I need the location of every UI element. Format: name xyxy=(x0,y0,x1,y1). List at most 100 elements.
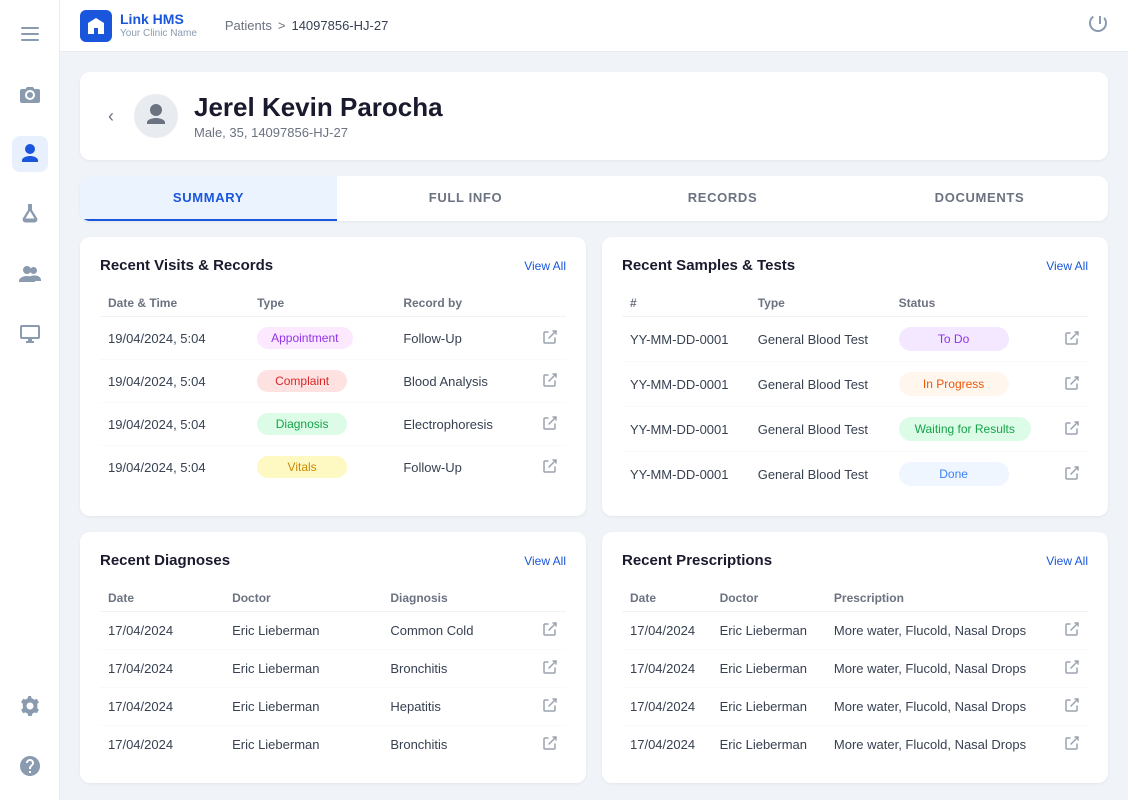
col-ddiag: Diagnosis xyxy=(382,585,534,612)
col-ddoctor: Doctor xyxy=(224,585,382,612)
diag-open-btn[interactable] xyxy=(534,612,566,650)
sample-id: YY-MM-DD-0001 xyxy=(622,407,750,452)
visit-open-btn[interactable] xyxy=(534,446,566,489)
table-row: 17/04/2024 Eric Lieberman More water, Fl… xyxy=(622,612,1088,650)
table-row: 17/04/2024 Eric Lieberman More water, Fl… xyxy=(622,650,1088,688)
patient-header: ‹ Jerel Kevin Parocha Male, 35, 14097856… xyxy=(80,72,1108,160)
sample-id: YY-MM-DD-0001 xyxy=(622,452,750,497)
diag-open-btn[interactable] xyxy=(534,688,566,726)
topnav-right xyxy=(1088,13,1108,38)
recent-prescriptions-table: Date Doctor Prescription 17/04/2024 Eric… xyxy=(622,585,1088,763)
table-row: YY-MM-DD-0001 General Blood Test Waiting… xyxy=(622,407,1088,452)
presc-prescription: More water, Flucold, Nasal Drops xyxy=(826,612,1056,650)
breadcrumb-sep: > xyxy=(278,18,286,33)
table-row: 17/04/2024 Eric Lieberman Common Cold xyxy=(100,612,566,650)
monitor-icon[interactable] xyxy=(12,316,48,352)
diag-open-btn[interactable] xyxy=(534,650,566,688)
recent-visits-table: Date & Time Type Record by 19/04/2024, 5… xyxy=(100,290,566,488)
visit-date: 19/04/2024, 5:04 xyxy=(100,360,249,403)
patient-info: Jerel Kevin Parocha Male, 35, 14097856-H… xyxy=(194,92,443,140)
visit-record-by: Blood Analysis xyxy=(395,360,534,403)
diag-doctor: Eric Lieberman xyxy=(224,612,382,650)
diag-date: 17/04/2024 xyxy=(100,612,224,650)
tab-records[interactable]: RECORDS xyxy=(594,176,851,221)
logo: Link HMS Your Clinic Name xyxy=(80,10,197,42)
col-action xyxy=(1056,290,1088,317)
sample-id: YY-MM-DD-0001 xyxy=(622,317,750,362)
sample-type: General Blood Test xyxy=(750,407,891,452)
panel-recent-prescriptions-title: Recent Prescriptions xyxy=(622,552,772,569)
visit-date: 19/04/2024, 5:04 xyxy=(100,446,249,489)
visit-record-by: Follow-Up xyxy=(395,317,534,360)
table-row: 17/04/2024 Eric Lieberman More water, Fl… xyxy=(622,688,1088,726)
tabs-bar: SUMMARY FULL INFO RECORDS DOCUMENTS xyxy=(80,176,1108,221)
sample-type: General Blood Test xyxy=(750,317,891,362)
presc-date: 17/04/2024 xyxy=(622,650,712,688)
breadcrumb: Patients > 14097856-HJ-27 xyxy=(225,18,388,33)
visit-record-by: Follow-Up xyxy=(395,446,534,489)
logout-icon[interactable] xyxy=(1088,17,1108,37)
presc-open-btn[interactable] xyxy=(1056,612,1088,650)
sample-status: To Do xyxy=(891,317,1056,362)
settings-icon[interactable] xyxy=(12,688,48,724)
presc-date: 17/04/2024 xyxy=(622,612,712,650)
diag-open-btn[interactable] xyxy=(534,726,566,764)
diag-date: 17/04/2024 xyxy=(100,650,224,688)
presc-open-btn[interactable] xyxy=(1056,688,1088,726)
camera-icon[interactable] xyxy=(12,76,48,112)
table-row: YY-MM-DD-0001 General Blood Test To Do xyxy=(622,317,1088,362)
recent-samples-view-all[interactable]: View All xyxy=(1046,259,1088,273)
recent-diagnoses-view-all[interactable]: View All xyxy=(524,554,566,568)
sample-open-btn[interactable] xyxy=(1056,317,1088,362)
visit-open-btn[interactable] xyxy=(534,317,566,360)
visit-open-btn[interactable] xyxy=(534,403,566,446)
main-area: Link HMS Your Clinic Name Patients > 140… xyxy=(60,0,1128,800)
visit-open-btn[interactable] xyxy=(534,360,566,403)
tab-documents[interactable]: DOCUMENTS xyxy=(851,176,1108,221)
panel-recent-visits-title: Recent Visits & Records xyxy=(100,257,273,274)
flask-icon[interactable] xyxy=(12,196,48,232)
diag-date: 17/04/2024 xyxy=(100,688,224,726)
recent-visits-view-all[interactable]: View All xyxy=(524,259,566,273)
col-action xyxy=(1056,585,1088,612)
presc-open-btn[interactable] xyxy=(1056,650,1088,688)
sample-type: General Blood Test xyxy=(750,452,891,497)
diag-diagnosis: Bronchitis xyxy=(382,726,534,764)
tab-full-info[interactable]: FULL INFO xyxy=(337,176,594,221)
panel-recent-diagnoses-title: Recent Diagnoses xyxy=(100,552,230,569)
diag-date: 17/04/2024 xyxy=(100,726,224,764)
presc-open-btn[interactable] xyxy=(1056,726,1088,764)
sample-open-btn[interactable] xyxy=(1056,407,1088,452)
recent-prescriptions-view-all[interactable]: View All xyxy=(1046,554,1088,568)
group-icon[interactable] xyxy=(12,256,48,292)
table-row: 17/04/2024 Eric Lieberman Bronchitis xyxy=(100,726,566,764)
recent-samples-table: # Type Status YY-MM-DD-0001 General Bloo… xyxy=(622,290,1088,496)
col-type: Type xyxy=(249,290,395,317)
patient-name: Jerel Kevin Parocha xyxy=(194,92,443,123)
table-row: 17/04/2024 Eric Lieberman Bronchitis xyxy=(100,650,566,688)
back-button[interactable]: ‹ xyxy=(104,102,118,131)
diag-diagnosis: Bronchitis xyxy=(382,650,534,688)
patient-meta: Male, 35, 14097856-HJ-27 xyxy=(194,125,443,140)
col-action xyxy=(534,290,566,317)
sample-status: Waiting for Results xyxy=(891,407,1056,452)
presc-date: 17/04/2024 xyxy=(622,688,712,726)
sidebar xyxy=(0,0,60,800)
breadcrumb-current: 14097856-HJ-27 xyxy=(291,18,388,33)
diag-doctor: Eric Lieberman xyxy=(224,650,382,688)
help-icon[interactable] xyxy=(12,748,48,784)
sample-open-btn[interactable] xyxy=(1056,362,1088,407)
sample-status: In Progress xyxy=(891,362,1056,407)
clinic-name: Your Clinic Name xyxy=(120,28,197,39)
sample-status: Done xyxy=(891,452,1056,497)
sample-open-btn[interactable] xyxy=(1056,452,1088,497)
panel-recent-samples-title: Recent Samples & Tests xyxy=(622,257,795,274)
tab-summary[interactable]: SUMMARY xyxy=(80,176,337,221)
sample-type: General Blood Test xyxy=(750,362,891,407)
panel-recent-diagnoses: Recent Diagnoses View All Date Doctor Di… xyxy=(80,532,586,783)
col-datetime: Date & Time xyxy=(100,290,249,317)
user-icon[interactable] xyxy=(12,136,48,172)
breadcrumb-patients[interactable]: Patients xyxy=(225,18,272,33)
panel-recent-diagnoses-header: Recent Diagnoses View All xyxy=(100,552,566,569)
menu-icon[interactable] xyxy=(12,16,48,52)
